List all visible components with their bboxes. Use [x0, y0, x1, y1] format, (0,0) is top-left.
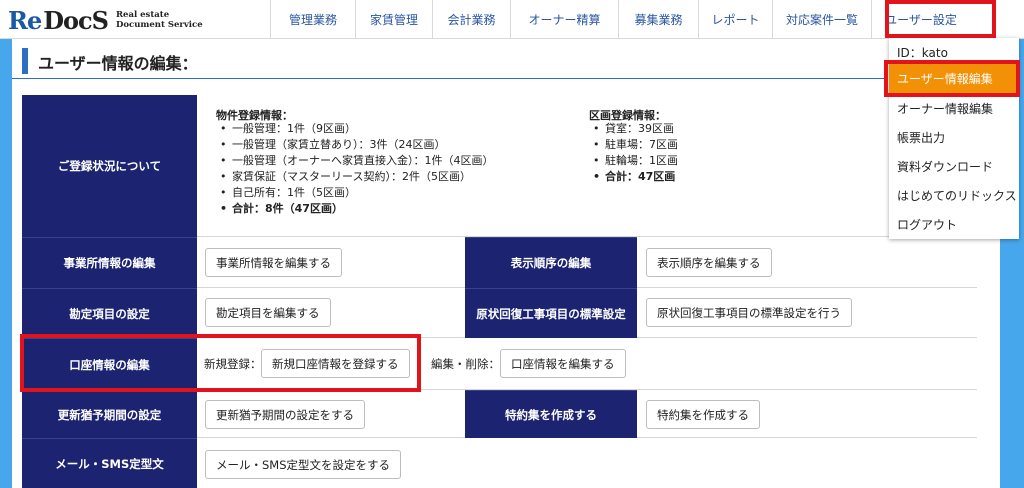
register-account-button[interactable]: 新規口座情報を登録する	[261, 349, 410, 378]
display-order-header: 表示順序の編集	[465, 237, 637, 288]
section-item: 貸室：39区画	[589, 121, 678, 137]
create-special-button[interactable]: 特約集を作成する	[646, 400, 760, 429]
mail-template-button[interactable]: メール・SMS定型文を設定をする	[205, 450, 402, 479]
nav-owner-settlement[interactable]: オーナー精算	[510, 0, 618, 38]
edit-delete-label: 編集・削除：	[431, 357, 500, 371]
section-item: 駐車場：7区画	[589, 137, 678, 153]
logo-re: Re	[8, 5, 42, 35]
mail-header: メール・SMS定型文	[22, 438, 197, 488]
edit-display-order-button[interactable]: 表示順序を編集する	[646, 248, 772, 277]
nav-rent[interactable]: 家賃管理	[355, 0, 432, 38]
office-cell: 事業所情報を編集する	[197, 237, 465, 288]
section-item: 駐輪場：1区画	[589, 153, 678, 169]
top-header: Re DocS Real estate Document Service 管理業務…	[0, 0, 1024, 39]
renewal-header: 更新猶予期間の設定	[22, 390, 197, 438]
menu-edit-owner[interactable]: オーナー情報編集	[889, 94, 1019, 123]
registration-header: ご登録状況について	[22, 95, 197, 237]
special-cell: 特約集を作成する	[637, 390, 977, 438]
menu-getting-started[interactable]: はじめてのリドックス	[889, 181, 1019, 210]
nav-report[interactable]: レポート	[698, 0, 772, 38]
display-order-cell: 表示順序を編集する	[637, 237, 977, 288]
edit-office-button[interactable]: 事業所情報を編集する	[205, 248, 342, 277]
nav-management[interactable]: 管理業務	[270, 0, 355, 38]
user-settings-dropdown: ID：kato ユーザー情報編集 オーナー情報編集 帳票出力 資料ダウンロード …	[889, 38, 1019, 239]
nav-accounting[interactable]: 会計業務	[432, 0, 510, 38]
special-header: 特約集を作成する	[465, 390, 637, 438]
edit-account-items-button[interactable]: 勘定項目を編集する	[205, 298, 331, 327]
property-item: 家賃保証（マスターリース契約）：2件（5区画）	[216, 169, 494, 185]
restoration-cell: 原状回復工事項目の標準設定を行う	[637, 288, 977, 338]
property-item: 一般管理（オーナーへ家賃直接入金）：1件（4区画）	[216, 153, 494, 169]
user-id-label: ID：kato	[897, 46, 948, 60]
new-registration-label: 新規登録：	[204, 357, 262, 371]
logo-tagline-1: Real estate	[115, 10, 170, 20]
bank-cell: 新規登録： 新規口座情報を登録する 編集・削除： 口座情報を編集する	[197, 338, 977, 390]
menu-edit-user[interactable]: ユーザー情報編集	[889, 64, 1019, 93]
office-header: 事業所情報の編集	[22, 237, 197, 288]
nav-recruitment[interactable]: 募集業務	[618, 0, 698, 38]
account-items-header: 勘定項目の設定	[22, 288, 197, 338]
logo-tagline-2: Document Service	[115, 20, 203, 30]
logo-tagline: Real estate Document Service	[116, 10, 203, 30]
page-title-bar: ユーザー情報の編集：	[12, 44, 888, 79]
restoration-settings-button[interactable]: 原状回復工事項目の標準設定を行う	[646, 298, 852, 327]
redocs-logo[interactable]: Re DocS Real estate Document Service	[8, 5, 203, 35]
left-background	[0, 39, 12, 488]
menu-logout[interactable]: ログアウト	[889, 210, 1019, 239]
section-total: 合計：47区画	[589, 169, 678, 185]
renewal-settings-button[interactable]: 更新猶予期間の設定をする	[205, 400, 365, 429]
nav-cases[interactable]: 対応案件一覧	[772, 0, 871, 38]
menu-form-output[interactable]: 帳票出力	[889, 123, 1019, 152]
nav-user-settings[interactable]: ユーザー設定	[871, 0, 970, 38]
renewal-cell: 更新猶予期間の設定をする	[197, 390, 465, 438]
mail-cell: メール・SMS定型文を設定をする	[197, 438, 977, 488]
property-list: 一般管理：1件（9区画） 一般管理（家賃立替あり）：3件（24区画） 一般管理（…	[216, 121, 494, 217]
property-total: 合計：8件（47区画）	[216, 201, 494, 217]
page-title: ユーザー情報の編集：	[38, 54, 198, 73]
account-items-cell: 勘定項目を編集する	[197, 288, 465, 338]
menu-download[interactable]: 資料ダウンロード	[889, 152, 1019, 181]
property-item: 自己所有：1件（5区画）	[216, 185, 494, 201]
restoration-header: 原状回復工事項目の標準設定	[465, 288, 637, 338]
section-list: 貸室：39区画 駐車場：7区画 駐輪場：1区画 合計：47区画	[589, 121, 678, 185]
main-nav: 管理業務 家賃管理 会計業務 オーナー精算 募集業務 レポート 対応案件一覧 ユ…	[270, 0, 970, 38]
registration-content: 物件登録情報： 一般管理：1件（9区画） 一般管理（家賃立替あり）：3件（24区…	[197, 95, 977, 237]
property-item: 一般管理：1件（9区画）	[216, 121, 494, 137]
title-marker	[22, 48, 28, 74]
edit-account-button[interactable]: 口座情報を編集する	[500, 349, 626, 378]
property-item: 一般管理（家賃立替あり）：3件（24区画）	[216, 137, 494, 153]
logo-docs: DocS	[43, 5, 109, 35]
bank-header: 口座情報の編集	[22, 338, 197, 390]
